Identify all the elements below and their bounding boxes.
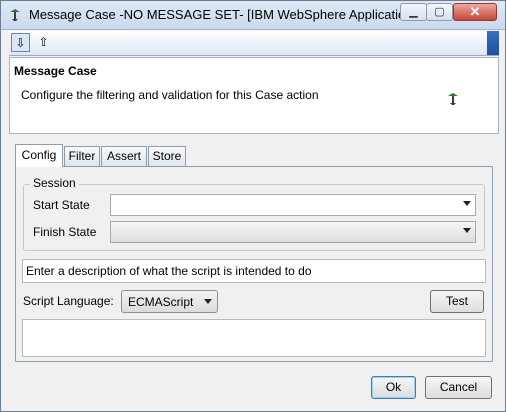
cancel-button[interactable]: Cancel	[425, 376, 492, 399]
maximize-button[interactable]: ▢	[426, 3, 453, 21]
header-title: Message Case	[14, 64, 97, 78]
finish-state-label: Finish State	[33, 225, 97, 239]
toolbar: ⇩ ⇧	[9, 31, 499, 56]
tab-store[interactable]: Store	[148, 146, 186, 166]
import-icon[interactable]: ⇧	[34, 33, 53, 52]
tab-filter[interactable]: Filter	[64, 146, 100, 166]
toolbar-accent	[487, 31, 499, 55]
session-legend: Session	[30, 176, 79, 190]
header-description: Configure the filtering and validation f…	[21, 88, 319, 102]
chevron-down-icon	[463, 201, 471, 206]
minimize-button[interactable]: ▁	[400, 3, 427, 21]
title-bar[interactable]: Message Case -NO MESSAGE SET- [IBM WebSp…	[1, 1, 505, 30]
tab-assert[interactable]: Assert	[101, 146, 147, 166]
ok-button[interactable]: Ok	[371, 376, 416, 399]
script-language-value: ECMAScript	[128, 295, 194, 309]
script-language-label: Script Language:	[23, 294, 114, 308]
message-case-dialog: Message Case -NO MESSAGE SET- [IBM WebSp…	[0, 0, 506, 412]
config-panel: Session Start State Finish State Enter a…	[15, 166, 493, 362]
message-case-icon	[448, 93, 458, 105]
chevron-down-icon	[463, 228, 471, 233]
close-button[interactable]: ✕	[453, 3, 497, 21]
script-description-field[interactable]: Enter a description of what the script i…	[22, 259, 486, 283]
message-case-icon	[10, 9, 20, 21]
window-title: Message Case -NO MESSAGE SET- [IBM WebSp…	[29, 7, 443, 22]
header-panel: Message Case Configure the filtering and…	[9, 57, 499, 134]
script-editor[interactable]	[22, 319, 486, 357]
start-state-label: Start State	[33, 198, 90, 212]
tab-config[interactable]: Config	[15, 144, 63, 167]
chevron-down-icon	[204, 299, 212, 304]
start-state-combo[interactable]	[110, 194, 476, 216]
session-group: Session Start State Finish State	[23, 176, 485, 251]
test-button[interactable]: Test	[430, 290, 484, 313]
export-icon[interactable]: ⇩	[11, 33, 30, 52]
finish-state-combo[interactable]	[110, 221, 476, 243]
script-language-select[interactable]: ECMAScript	[121, 290, 218, 313]
